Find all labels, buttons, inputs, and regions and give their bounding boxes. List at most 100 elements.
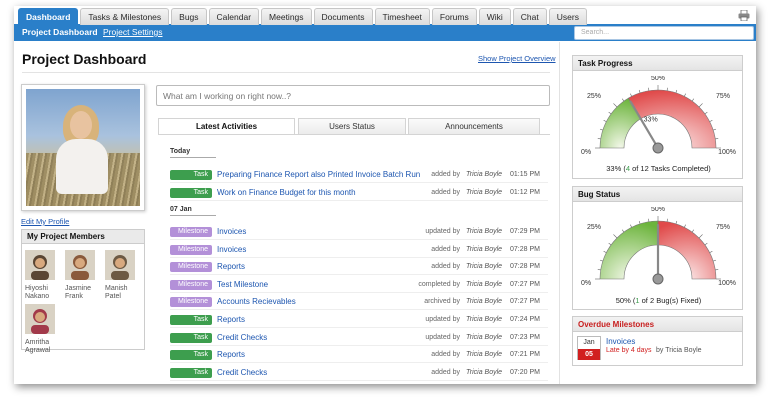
- gauge-tick-label: 50%: [651, 76, 665, 82]
- activity-time: 07:27 PM: [510, 298, 540, 306]
- tab-wiki[interactable]: Wiki: [478, 8, 511, 25]
- member-jasmine[interactable]: Jasmine Frank: [65, 250, 101, 301]
- activity-link[interactable]: Credit Checks: [217, 368, 267, 377]
- activity-action: updated by: [425, 316, 460, 323]
- activity-link[interactable]: Accounts Recievables: [217, 297, 296, 306]
- gauge-tick: [704, 242, 708, 246]
- member-hiyoshi[interactable]: Hiyoshi Nakano: [25, 250, 61, 301]
- working-on-input[interactable]: What am I working on right now..?: [156, 85, 550, 106]
- gauge-tick: [709, 251, 713, 253]
- activity-link[interactable]: Credit Checks: [217, 333, 267, 342]
- tab-announcements[interactable]: Announcements: [408, 118, 540, 134]
- milestone-owner: by Tricia Boyle: [656, 347, 702, 354]
- gauge-tick: [675, 220, 678, 224]
- gauge-tick-label: 75%: [716, 224, 730, 231]
- print-icon[interactable]: [738, 10, 750, 21]
- gauge-tick: [621, 229, 625, 233]
- edit-profile-link[interactable]: Edit My Profile: [21, 217, 69, 226]
- activity-link[interactable]: Invoices: [217, 227, 246, 236]
- type-badge: Task: [170, 187, 212, 198]
- gauge-tick-label: 100%: [718, 149, 736, 156]
- tab-documents[interactable]: Documents: [313, 8, 373, 25]
- project-members-panel: My Project Members Hiyoshi Nakano Jasmine F…: [21, 229, 145, 354]
- calendar-icon: Jan 05: [577, 336, 601, 360]
- tab-meetings[interactable]: Meetings: [261, 8, 312, 25]
- gauge-tick: [630, 93, 632, 97]
- bug-status-gauge: 0% 25% 50% 75% 100%: [573, 207, 744, 291]
- title-divider: [22, 72, 550, 73]
- gauge-tick: [630, 224, 632, 228]
- overdue-milestones-title: Overdue Milestones: [573, 317, 742, 332]
- tab-bugs[interactable]: Bugs: [171, 8, 207, 25]
- gauge-tick: [691, 98, 695, 102]
- member-amritha[interactable]: Amritha Agrawal: [25, 304, 61, 355]
- show-project-overview-link[interactable]: Show Project Overview: [478, 54, 556, 63]
- activity-link[interactable]: Reports: [217, 350, 245, 359]
- type-badge: Milestone: [170, 297, 212, 308]
- tab-calendar[interactable]: Calendar: [208, 8, 260, 25]
- tab-users-status[interactable]: Users Status: [298, 118, 406, 134]
- gauge-tick-label: 25%: [587, 224, 601, 231]
- top-nav: Dashboard Tasks & Milestones Bugs Calendar M…: [14, 6, 756, 25]
- activity-action: added by: [431, 188, 460, 196]
- subnav-project-dashboard[interactable]: Project Dashboard: [22, 27, 98, 37]
- tab-chat[interactable]: Chat: [512, 8, 547, 25]
- tab-latest-activities[interactable]: Latest Activities: [158, 118, 295, 134]
- activity-user: Tricia Boyle: [466, 351, 503, 359]
- activity-time: 07:24 PM: [510, 316, 540, 323]
- gauge-tick: [613, 103, 618, 108]
- bug-status-title: Bug Status: [573, 187, 742, 202]
- task-progress-panel: Task Progress 0% 25% 50% 75% 100% 33% 33% (4 …: [572, 55, 743, 179]
- gauge-tick: [638, 89, 641, 93]
- overdue-milestones-panel: Overdue Milestones Jan 05 Invoices Late …: [572, 316, 743, 366]
- gauge-tick: [599, 128, 603, 131]
- activity-link[interactable]: Reports: [217, 262, 245, 271]
- activity-row: Milestone Reports added by Tricia Boyle 07:2…: [170, 259, 548, 276]
- subnav-project-settings[interactable]: Project Settings: [103, 27, 163, 37]
- sub-nav: Project Dashboard Project Settings Searc…: [14, 25, 756, 41]
- gauge-tick: [603, 120, 607, 122]
- gauge-tick: [684, 224, 686, 228]
- member-first-name: Amritha: [25, 339, 50, 346]
- member-avatar: [105, 250, 135, 280]
- member-manish[interactable]: Manish Patel: [105, 250, 141, 301]
- gauge-hub: [652, 273, 664, 285]
- activity-link[interactable]: Work on Finance Budget for this month: [217, 188, 356, 197]
- gauge-hub: [652, 142, 664, 154]
- activity-row: Task Reports added by Tricia Boyle 07:21 PM: [170, 347, 548, 364]
- activity-action: added by: [431, 368, 460, 376]
- activity-action: added by: [431, 245, 460, 253]
- activity-link[interactable]: Reports: [217, 315, 245, 324]
- activity-user: Tricia Boyle: [466, 280, 503, 288]
- profile-photo: [26, 89, 140, 206]
- activity-user: Tricia Boyle: [466, 333, 503, 341]
- type-badge: Task: [170, 350, 212, 361]
- activity-row: Milestone Accounts Recievables archived by…: [170, 294, 548, 311]
- tab-tasks-milestones[interactable]: Tasks & Milestones: [80, 8, 170, 25]
- activity-action: updated by: [425, 333, 460, 341]
- member-last-name: Frank: [65, 293, 83, 300]
- gauge-tick-label: 50%: [651, 207, 665, 213]
- tab-users[interactable]: Users: [548, 8, 587, 25]
- member-last-name: Patel: [105, 293, 121, 300]
- tab-forums[interactable]: Forums: [431, 8, 477, 25]
- project-members-title: My Project Members: [22, 230, 144, 244]
- member-first-name: Manish: [105, 285, 128, 292]
- type-badge: Task: [170, 332, 212, 343]
- task-progress-gauge: 0% 25% 50% 75% 100% 33%: [573, 76, 744, 160]
- activity-user: Tricia Boyle: [466, 171, 503, 178]
- bug-status-caption: 50% (1 of 2 Bug(s) Fixed): [615, 296, 702, 305]
- tab-timesheet[interactable]: Timesheet: [374, 8, 430, 25]
- gauge-tick-label: 25%: [587, 93, 601, 100]
- search-input[interactable]: Search...: [574, 26, 754, 40]
- member-avatar: [25, 250, 55, 280]
- activity-link[interactable]: Test Milestone: [217, 280, 268, 289]
- task-progress-title: Task Progress: [573, 56, 742, 71]
- profile-photo-frame: [21, 84, 145, 211]
- overdue-milestone-link[interactable]: Invoices: [606, 337, 635, 346]
- activity-link[interactable]: Invoices: [217, 245, 246, 254]
- activity-action: archived by: [424, 298, 460, 306]
- activity-user: Tricia Boyle: [466, 188, 503, 196]
- tab-dashboard[interactable]: Dashboard: [18, 8, 79, 25]
- gauge-tick: [621, 98, 625, 102]
